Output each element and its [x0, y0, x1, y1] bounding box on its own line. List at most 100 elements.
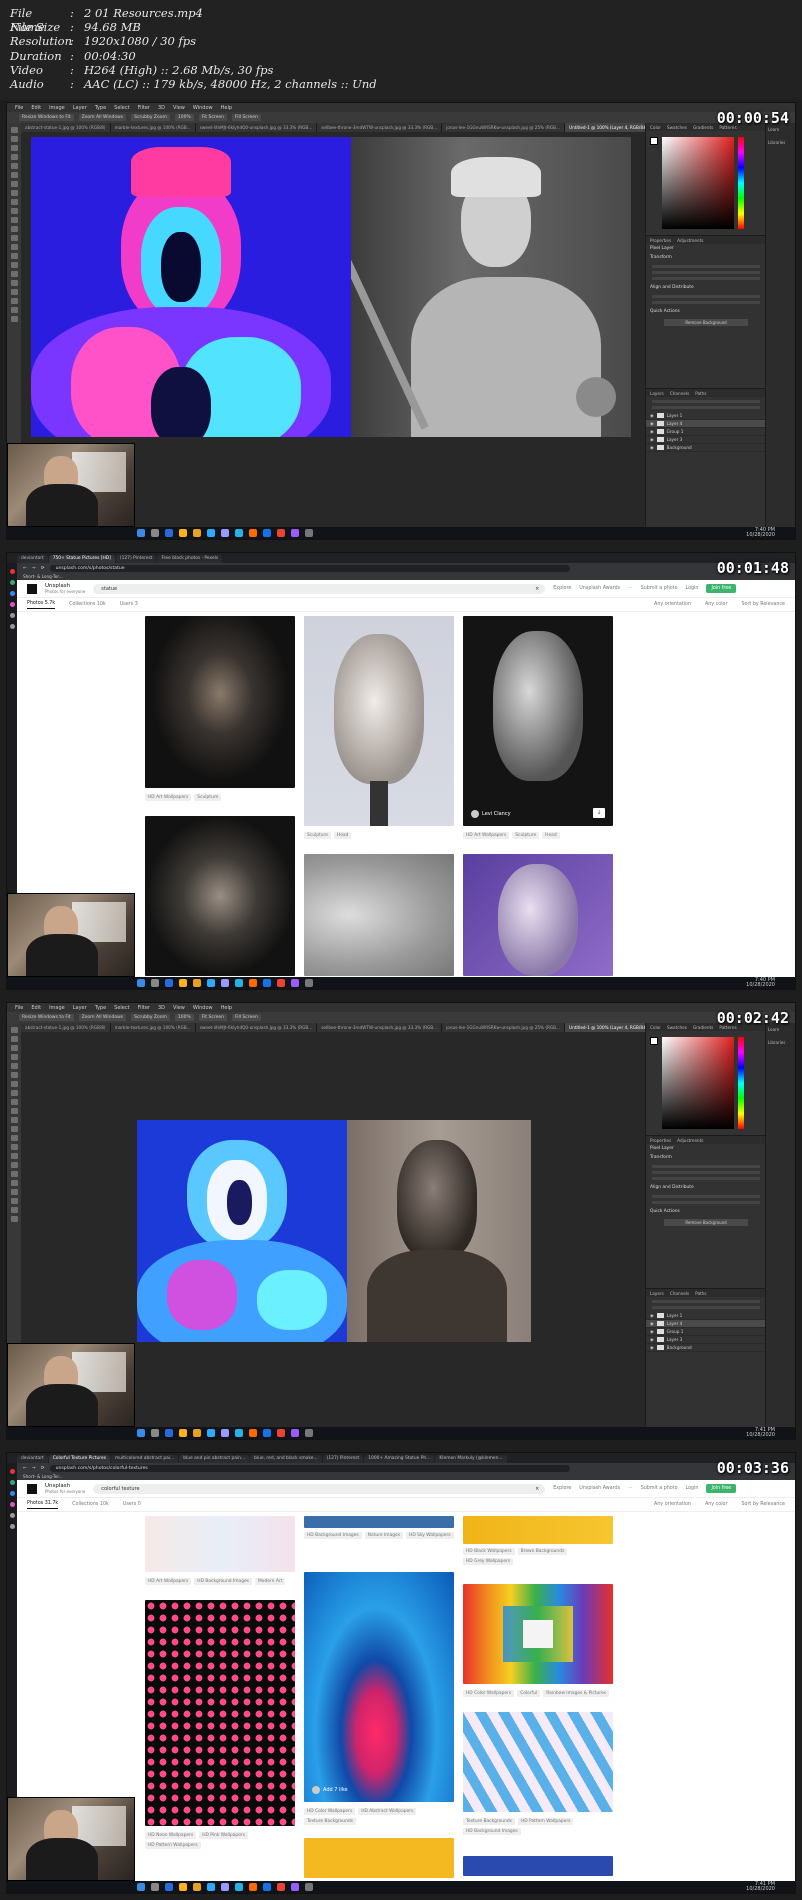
taskbar-app-icon[interactable]	[221, 1883, 229, 1891]
eye-icon[interactable]: ◉	[650, 437, 654, 442]
eye-icon[interactable]: ◉	[650, 1337, 654, 1342]
photo-rainbow-corridor[interactable]	[463, 1584, 613, 1684]
forward-icon[interactable]: →	[32, 1466, 36, 1471]
menu-item-3d[interactable]: 3D	[158, 105, 165, 111]
taskbar-app-icon[interactable]	[193, 529, 201, 537]
photo-credit[interactable]: Add 7 like	[312, 1786, 348, 1794]
tool-icon[interactable]	[10, 1108, 18, 1114]
tag-chip[interactable]: HD Background Images	[304, 1532, 362, 1539]
layer-row[interactable]: ◉ Layer 1	[646, 1312, 766, 1320]
eye-icon[interactable]: ◉	[650, 413, 654, 418]
libraries-panel-button[interactable]: Libraries	[766, 1036, 795, 1049]
tool-icon[interactable]	[10, 190, 18, 196]
eye-icon[interactable]: ◉	[650, 1313, 654, 1318]
tool-icon[interactable]	[10, 1198, 18, 1204]
taskbar-app-icon[interactable]	[263, 529, 271, 537]
tool-icon[interactable]	[10, 145, 18, 151]
option-button[interactable]: Resize Windows to Fit	[19, 1014, 74, 1021]
tool-icon[interactable]	[10, 1054, 18, 1060]
nav-explore[interactable]: Explore	[553, 586, 571, 591]
menu-item-help[interactable]: Help	[221, 1005, 232, 1011]
option-button[interactable]: Scrubby Zoom	[131, 114, 170, 121]
photo-credit[interactable]: Levi Clancy	[471, 810, 511, 818]
layer-row[interactable]: ◉ Layer 3	[646, 1336, 766, 1344]
taskbar-app-icon[interactable]	[263, 979, 271, 987]
photo-pastel-texture[interactable]	[145, 1516, 295, 1572]
browser-tab[interactable]: deviantart	[17, 555, 48, 563]
document-tab[interactable]: sweet-lifeMJt-6klyhdQ0-unsplash.jpg @ 33…	[195, 123, 318, 132]
taskbar-app-icon[interactable]	[221, 1429, 229, 1437]
hue-slider[interactable]	[738, 1037, 744, 1129]
tag-chip[interactable]: Sculpture	[512, 832, 540, 839]
menu-item-view[interactable]: View	[173, 1005, 185, 1011]
tool-icon[interactable]	[10, 298, 18, 304]
taskbar-app-icon[interactable]	[291, 979, 299, 987]
nav-login[interactable]: Login	[686, 586, 699, 591]
browser-tab[interactable]: Colorful Texture Pictures	[48, 1455, 110, 1463]
tag-chip[interactable]: HD Background Images	[194, 1578, 252, 1585]
foreground-swatch[interactable]	[650, 137, 658, 145]
menu-item-help[interactable]: Help	[221, 105, 232, 111]
filter-color[interactable]: Any color	[705, 1502, 728, 1507]
forward-icon[interactable]: →	[32, 566, 36, 571]
menu-item-type[interactable]: Type	[95, 105, 106, 111]
photo-statue-bw[interactable]: Levi Clancy ↓	[463, 616, 613, 826]
taskbar-app-icon[interactable]	[263, 1429, 271, 1437]
taskbar-app-icon[interactable]	[249, 979, 257, 987]
menu-item-view[interactable]: View	[173, 105, 185, 111]
tag-chip[interactable]: HD Color Wallpapers	[463, 1690, 515, 1697]
taskbar-app-icon[interactable]	[291, 1429, 299, 1437]
filter-orientation[interactable]: Any orientation	[654, 1502, 691, 1507]
tool-icon[interactable]	[10, 226, 18, 232]
color-picker-field[interactable]	[662, 1037, 734, 1129]
option-button[interactable]: 100%	[174, 1014, 194, 1021]
tool-icon[interactable]	[10, 262, 18, 268]
layer-row[interactable]: ◉ Background	[646, 1344, 766, 1352]
tool-icon[interactable]	[10, 1072, 18, 1078]
panel-tab[interactable]: Color	[650, 125, 661, 130]
taskbar-app-icon[interactable]	[235, 1883, 243, 1891]
document-tab[interactable]: jonas-lee-1GGnuWRSRKw-unsplash.jpg @ 25%…	[442, 1023, 566, 1032]
tab-collections[interactable]: Collections 10k	[69, 602, 106, 607]
tag-chip[interactable]: Modern Art	[254, 1578, 286, 1585]
menu-item-layer[interactable]: Layer	[73, 1005, 87, 1011]
reload-icon[interactable]: ⟳	[41, 566, 45, 571]
document-tab[interactable]: marble-textures.jpg @ 100% (RGB...	[110, 123, 196, 132]
option-button[interactable]: 100%	[174, 114, 194, 121]
remove-background-button[interactable]: Remove Background	[664, 319, 748, 326]
document-tab[interactable]: abstract-statue-1.jpg @ 100% (RGB/8)	[21, 1023, 111, 1032]
align-section[interactable]: Align and Distribute	[646, 1183, 766, 1192]
taskbar-app-icon[interactable]	[179, 529, 187, 537]
tool-icon[interactable]	[10, 1171, 18, 1177]
taskbar-app-icon[interactable]	[207, 1429, 215, 1437]
tool-icon[interactable]	[10, 1135, 18, 1141]
nav-awards[interactable]: Unsplash Awards	[579, 586, 620, 591]
browser-tab[interactable]: (127) Pinterest	[115, 555, 157, 563]
layer-row[interactable]: ◉ Background	[646, 444, 766, 452]
libraries-panel-button[interactable]: Libraries	[766, 136, 795, 149]
tag-chip[interactable]: HD Neon Wallpapers	[145, 1832, 197, 1839]
panel-tab[interactable]: Color	[650, 1025, 661, 1030]
url-input[interactable]: unsplash.com/s/photos/statue	[49, 564, 570, 572]
panel-tab[interactable]: Properties	[650, 238, 671, 243]
panel-tab[interactable]: Properties	[650, 1138, 671, 1143]
document-tab[interactable]: Untitled-1 @ 100% (Layer 4, RGB/8#)	[565, 123, 645, 132]
tool-icon[interactable]	[10, 136, 18, 142]
photo-blue-texture[interactable]	[463, 1856, 613, 1876]
tool-icon[interactable]	[10, 1153, 18, 1159]
taskbar-app-icon[interactable]	[179, 1429, 187, 1437]
quick-actions-section[interactable]: Quick Actions	[646, 1207, 766, 1216]
layer-row[interactable]: ◉ Group 1	[646, 1328, 766, 1336]
taskbar-app-icon[interactable]	[235, 979, 243, 987]
taskbar-app-icon[interactable]	[207, 979, 215, 987]
tool-icon[interactable]	[10, 208, 18, 214]
taskbar-app-icon[interactable]	[249, 1429, 257, 1437]
taskbar-app-icon[interactable]	[151, 979, 159, 987]
document-tab[interactable]: jonas-lee-1GGnuWRSRKw-unsplash.jpg @ 25%…	[442, 123, 566, 132]
tool-icon[interactable]	[10, 1090, 18, 1096]
browser-tab[interactable]: deviantart	[17, 1455, 48, 1463]
tag-chip[interactable]: HD Pattern Wallpapers	[145, 1842, 201, 1849]
photo-yellow-wall[interactable]	[463, 1516, 613, 1544]
panel-tab[interactable]: Channels	[670, 1291, 689, 1296]
tool-icon[interactable]	[10, 1081, 18, 1087]
